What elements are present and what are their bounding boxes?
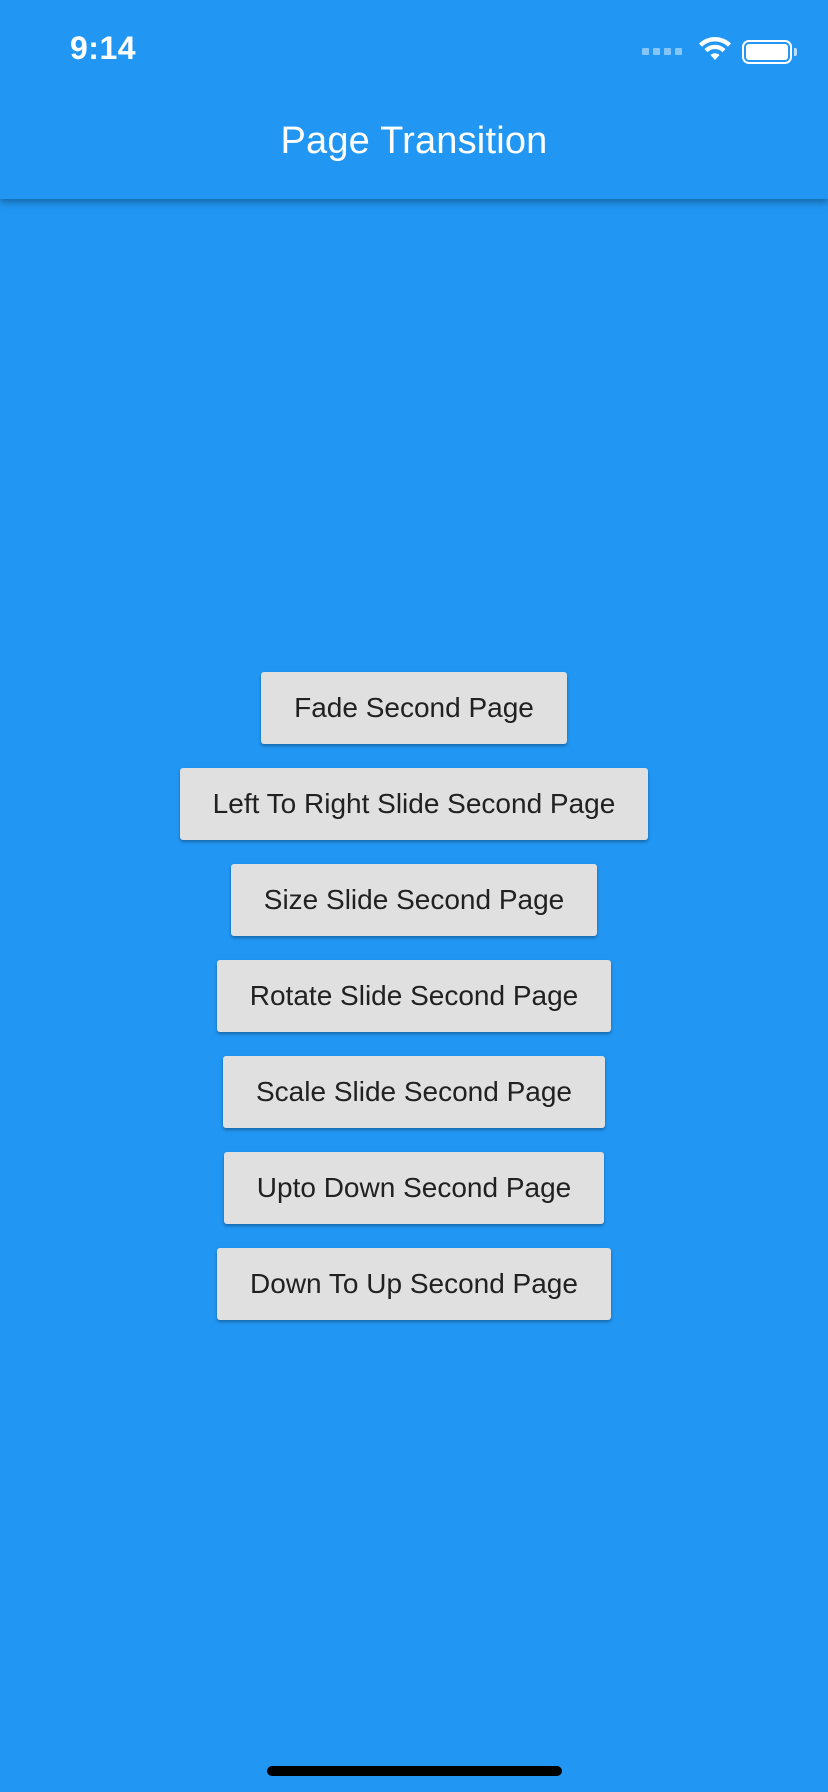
upto-down-second-page-button[interactable]: Upto Down Second Page bbox=[223, 1152, 605, 1224]
left-to-right-slide-second-page-button[interactable]: Left To Right Slide Second Page bbox=[179, 768, 649, 840]
battery-icon bbox=[742, 39, 797, 64]
down-to-up-second-page-button[interactable]: Down To Up Second Page bbox=[217, 1248, 611, 1320]
rotate-slide-second-page-button[interactable]: Rotate Slide Second Page bbox=[216, 960, 612, 1032]
wifi-icon bbox=[698, 36, 732, 67]
fade-second-page-button[interactable]: Fade Second Page bbox=[261, 672, 567, 744]
app-bar: 9:14 Page Transition bbox=[0, 0, 828, 199]
status-icons bbox=[642, 36, 797, 67]
size-slide-second-page-button[interactable]: Size Slide Second Page bbox=[230, 864, 598, 936]
status-time: 9:14 bbox=[70, 30, 137, 66]
scale-slide-second-page-button[interactable]: Scale Slide Second Page bbox=[223, 1056, 605, 1128]
app-bar-title: Page Transition bbox=[280, 120, 548, 162]
home-indicator[interactable] bbox=[267, 1766, 562, 1776]
cellular-signal-icon bbox=[642, 48, 682, 55]
app-screen: 9:14 Page Transition Fade Second Page Le… bbox=[0, 0, 828, 1792]
transition-button-list: Fade Second Page Left To Right Slide Sec… bbox=[0, 672, 828, 1320]
